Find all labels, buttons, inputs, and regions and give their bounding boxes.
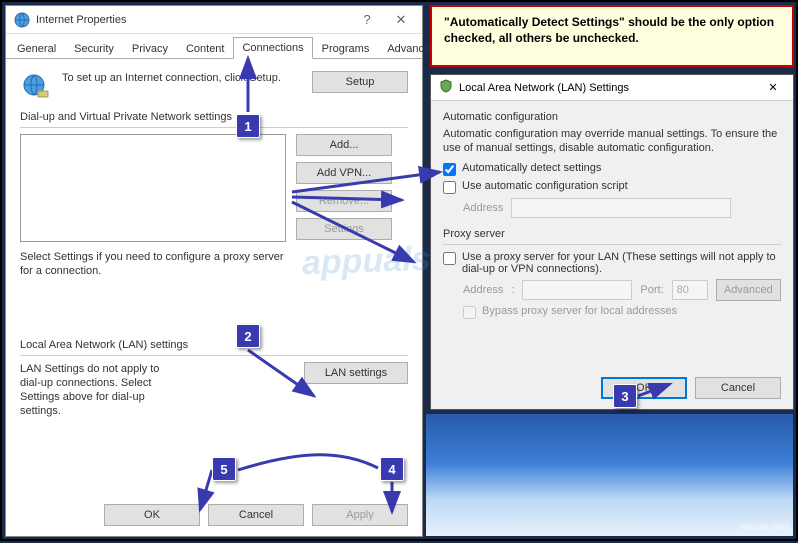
proxy-use-label: Use a proxy server for your LAN (These s… — [462, 251, 781, 275]
auto-config-title: Automatic configuration — [443, 111, 781, 123]
auto-config-desc: Automatic configuration may override man… — [443, 127, 781, 156]
auto-detect-label: Automatically detect settings — [462, 162, 601, 174]
proxy-address-label: Address — [463, 284, 503, 296]
corner-credit: wsxdn.com — [740, 522, 790, 533]
auto-detect-input[interactable] — [443, 163, 456, 176]
setup-button[interactable]: Setup — [312, 71, 408, 93]
add-vpn-button[interactable]: Add VPN... — [296, 162, 392, 184]
proxy-port-label: Port: — [640, 284, 663, 296]
add-button[interactable]: Add... — [296, 134, 392, 156]
tab-privacy[interactable]: Privacy — [123, 38, 177, 59]
tab-page-connections: To set up an Internet connection, click … — [6, 58, 422, 496]
tab-connections[interactable]: Connections — [233, 37, 312, 59]
bypass-label: Bypass proxy server for local addresses — [482, 305, 677, 317]
shield-icon — [439, 79, 453, 96]
auto-address-input — [511, 198, 731, 218]
dialup-group-label: Dial-up and Virtual Private Network sett… — [20, 111, 408, 123]
globe-icon — [14, 12, 30, 28]
lan-group-desc: LAN Settings do not apply to dial-up con… — [20, 362, 162, 419]
marker-5: 5 — [212, 457, 236, 481]
desktop-background — [426, 414, 793, 536]
tab-general[interactable]: General — [8, 38, 65, 59]
marker-4: 4 — [380, 457, 404, 481]
close-button[interactable]: ✕ — [384, 8, 418, 32]
marker-3: 3 — [613, 384, 637, 408]
lan-titlebar: Local Area Network (LAN) Settings ✕ — [431, 75, 793, 101]
lan-settings-button[interactable]: LAN settings — [304, 362, 408, 384]
instruction-banner: "Automatically Detect Settings" should b… — [430, 5, 794, 67]
proxy-use-input[interactable] — [443, 252, 456, 265]
settings-button: Settings — [296, 218, 392, 240]
lan-cancel-button[interactable]: Cancel — [695, 377, 781, 399]
ip-ok-button[interactable]: OK — [104, 504, 200, 526]
auto-script-checkbox[interactable]: Use automatic configuration script — [443, 180, 781, 194]
proxy-port-input — [672, 280, 708, 300]
lan-title: Local Area Network (LAN) Settings — [459, 82, 629, 94]
marker-2: 2 — [236, 324, 260, 348]
help-button[interactable]: ? — [350, 8, 384, 32]
ip-apply-button: Apply — [312, 504, 408, 526]
marker-1: 1 — [236, 114, 260, 138]
tab-security[interactable]: Security — [65, 38, 123, 59]
bypass-input — [463, 306, 476, 319]
proxy-address-row: Address: Port: Advanced — [463, 279, 781, 301]
auto-script-input[interactable] — [443, 181, 456, 194]
tab-content[interactable]: Content — [177, 38, 234, 59]
proxy-use-checkbox[interactable]: Use a proxy server for your LAN (These s… — [443, 251, 781, 275]
auto-script-label: Use automatic configuration script — [462, 180, 628, 192]
setup-desc: To set up an Internet connection, click … — [62, 71, 302, 85]
lan-group-label: Local Area Network (LAN) settings — [20, 339, 408, 351]
connections-listbox[interactable] — [20, 134, 286, 242]
auto-address-field: Address — [463, 198, 781, 218]
proxy-address-input — [522, 280, 632, 300]
lan-close-button[interactable]: ✕ — [759, 81, 787, 94]
select-settings-desc: Select Settings if you need to configure… — [20, 250, 290, 279]
auto-address-label: Address — [463, 202, 503, 214]
tab-programs[interactable]: Programs — [313, 38, 379, 59]
ip-cancel-button[interactable]: Cancel — [208, 504, 304, 526]
auto-detect-checkbox[interactable]: Automatically detect settings — [443, 162, 781, 176]
ip-titlebar: Internet Properties ? ✕ — [6, 6, 422, 34]
earth-modem-icon — [20, 71, 52, 103]
ip-tabstrip: General Security Privacy Content Connect… — [6, 34, 422, 58]
bypass-checkbox: Bypass proxy server for local addresses — [463, 305, 781, 319]
ip-title: Internet Properties — [36, 14, 127, 26]
lan-settings-dialog: Local Area Network (LAN) Settings ✕ Auto… — [430, 74, 794, 410]
proxy-title: Proxy server — [443, 228, 781, 240]
proxy-advanced-button: Advanced — [716, 279, 781, 301]
remove-button: Remove... — [296, 190, 392, 212]
